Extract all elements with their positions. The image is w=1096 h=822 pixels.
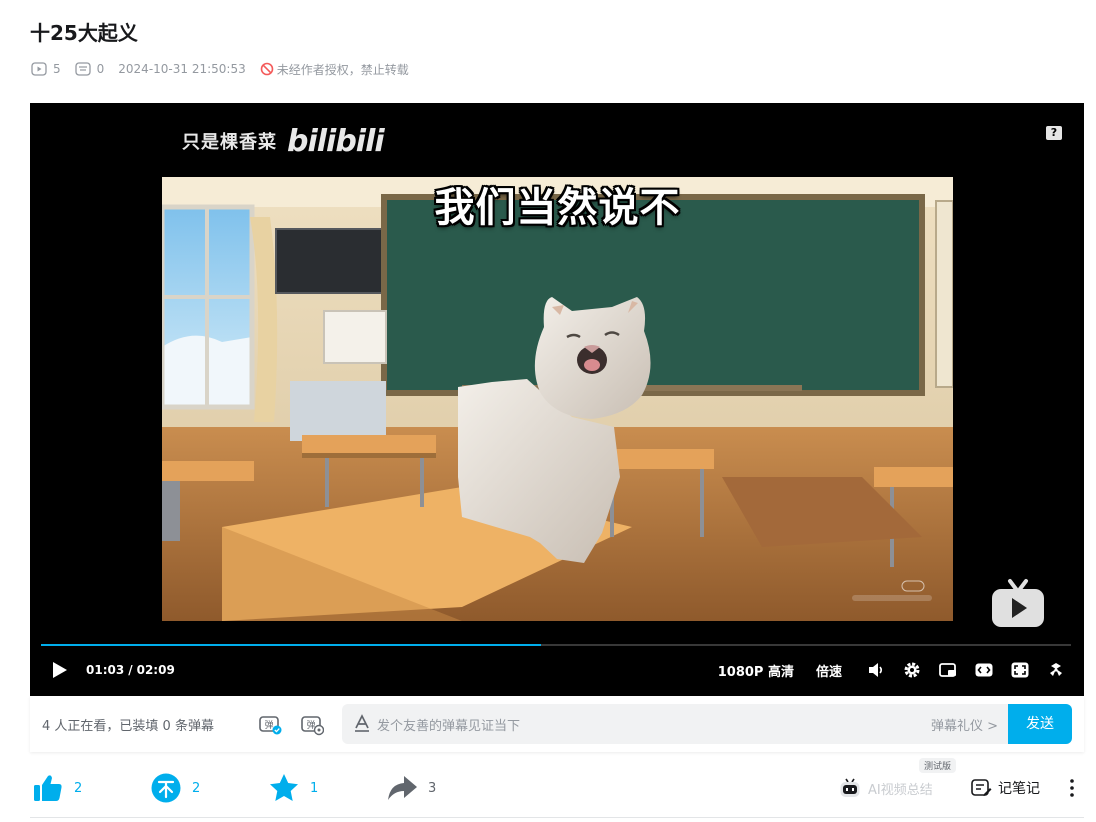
play-count-icon: [31, 62, 47, 76]
notes-label: 记笔记: [998, 781, 1040, 797]
copyright-text: 未经作者授权，禁止转载: [276, 62, 409, 77]
time-display: 01:03/02:09: [86, 661, 175, 679]
copyright-notice: 未经作者授权，禁止转载: [260, 61, 409, 78]
duration: 02:09: [136, 663, 175, 677]
time-separator: /: [128, 663, 133, 677]
play-count-value: 5: [53, 62, 61, 76]
favorite-count: 1: [310, 780, 319, 796]
progress-bar[interactable]: [41, 644, 1071, 646]
current-time: 01:03: [86, 663, 125, 677]
note-icon: [971, 779, 992, 796]
quality-button[interactable]: 1080P 高清: [718, 661, 794, 680]
play-button[interactable]: [52, 661, 68, 683]
fullscreen-button[interactable]: [1046, 660, 1066, 680]
video-subtitle: 我们当然说不: [434, 185, 681, 231]
send-danmaku-button[interactable]: 发送: [1008, 704, 1072, 744]
progress-fill: [41, 644, 541, 646]
svg-text:弹: 弹: [264, 719, 273, 731]
widescreen-button[interactable]: [974, 660, 994, 680]
danmaku-count: 0: [74, 62, 105, 76]
notes-button[interactable]: 记笔记: [970, 776, 1040, 800]
video-frame-image: [162, 177, 953, 621]
thumbs-up-icon: [34, 775, 62, 801]
favorite-button[interactable]: 1: [268, 772, 318, 804]
pip-button[interactable]: [938, 660, 958, 680]
video-meta: 5 0 2024-10-31 21:50:53 未经作者授权，禁止转载: [31, 59, 409, 79]
pip-icon: [939, 663, 956, 677]
video-title: 十25大起义: [30, 21, 138, 45]
danmaku-count-icon: [74, 62, 91, 76]
video-player[interactable]: 只是棵香菜 bilibili ? 我们当然说不 01:03 / 02:09 10…: [30, 103, 1084, 696]
danmaku-on-icon: 弹: [259, 716, 282, 735]
widescreen-icon: [975, 663, 993, 677]
watermark-username: 只是棵香菜: [182, 132, 277, 153]
settings-button[interactable]: [902, 660, 922, 680]
danmaku-input-wrapper[interactable]: 发个友善的弹幕见证当下 弹幕礼仪 > 发送: [342, 704, 1072, 744]
danmaku-bar: 4 人正在看，已装填 0 条弹幕 弹 弹 发个友善的弹幕见证当下 弹幕礼仪 > …: [30, 696, 1084, 752]
danmaku-settings-button[interactable]: 弹: [300, 712, 325, 736]
bilibili-tv-icon: [992, 579, 1044, 627]
ai-summary-label: AI视频总结: [868, 782, 933, 798]
star-icon: [270, 774, 298, 801]
fullscreen-icon: [1050, 663, 1062, 676]
more-vertical-icon: [1070, 779, 1074, 797]
player-controls-right: 1080P 高清 倍速: [718, 657, 1066, 683]
share-button[interactable]: 3: [386, 772, 436, 804]
coin-icon: [151, 773, 181, 803]
settings-icon: [904, 662, 920, 678]
video-watermark: 只是棵香菜 bilibili: [182, 123, 385, 159]
bilibili-tv-logo: [990, 575, 1046, 635]
share-icon: [388, 776, 417, 800]
web-fullscreen-icon: [1011, 662, 1029, 678]
ai-summary-button[interactable]: AI视频总结: [838, 776, 933, 800]
danmaku-etiquette-link[interactable]: 弹幕礼仪 >: [931, 715, 998, 734]
share-count: 3: [428, 780, 437, 796]
like-count: 2: [74, 780, 83, 796]
speed-button[interactable]: 倍速: [816, 661, 842, 680]
coin-count: 2: [192, 780, 201, 796]
web-fullscreen-button[interactable]: [1010, 660, 1030, 680]
ai-robot-icon: [840, 778, 860, 797]
watermark-bilibili-logo: bilibili: [287, 123, 385, 159]
help-button[interactable]: ?: [1046, 126, 1062, 140]
video-frame[interactable]: 我们当然说不: [162, 177, 953, 621]
play-count: 5: [31, 62, 61, 76]
pubdate: 2024-10-31 21:50:53: [118, 62, 246, 76]
danmaku-settings-icon: 弹: [301, 716, 325, 736]
danmaku-toggle[interactable]: 弹: [258, 712, 282, 736]
viewer-info: 4 人正在看，已装填 0 条弹幕: [42, 719, 214, 734]
text-style-icon[interactable]: [353, 714, 371, 732]
forbidden-icon: [260, 62, 274, 76]
toolbar-divider: [30, 817, 1084, 818]
player-controls: 01:03/02:09 1080P 高清 倍速: [30, 655, 1084, 685]
video-toolbar: 2 2 1 3 AI视频总结 测试版 记笔记: [30, 758, 1084, 810]
beta-badge: 测试版: [919, 758, 957, 773]
volume-button[interactable]: [866, 660, 886, 680]
more-button[interactable]: [1064, 778, 1080, 798]
coin-button[interactable]: 2: [150, 772, 200, 804]
play-icon: [53, 662, 67, 678]
like-button[interactable]: 2: [32, 772, 82, 804]
danmaku-input[interactable]: 发个友善的弹幕见证当下: [377, 715, 520, 734]
volume-icon: [869, 663, 883, 677]
danmaku-count-value: 0: [96, 62, 105, 76]
